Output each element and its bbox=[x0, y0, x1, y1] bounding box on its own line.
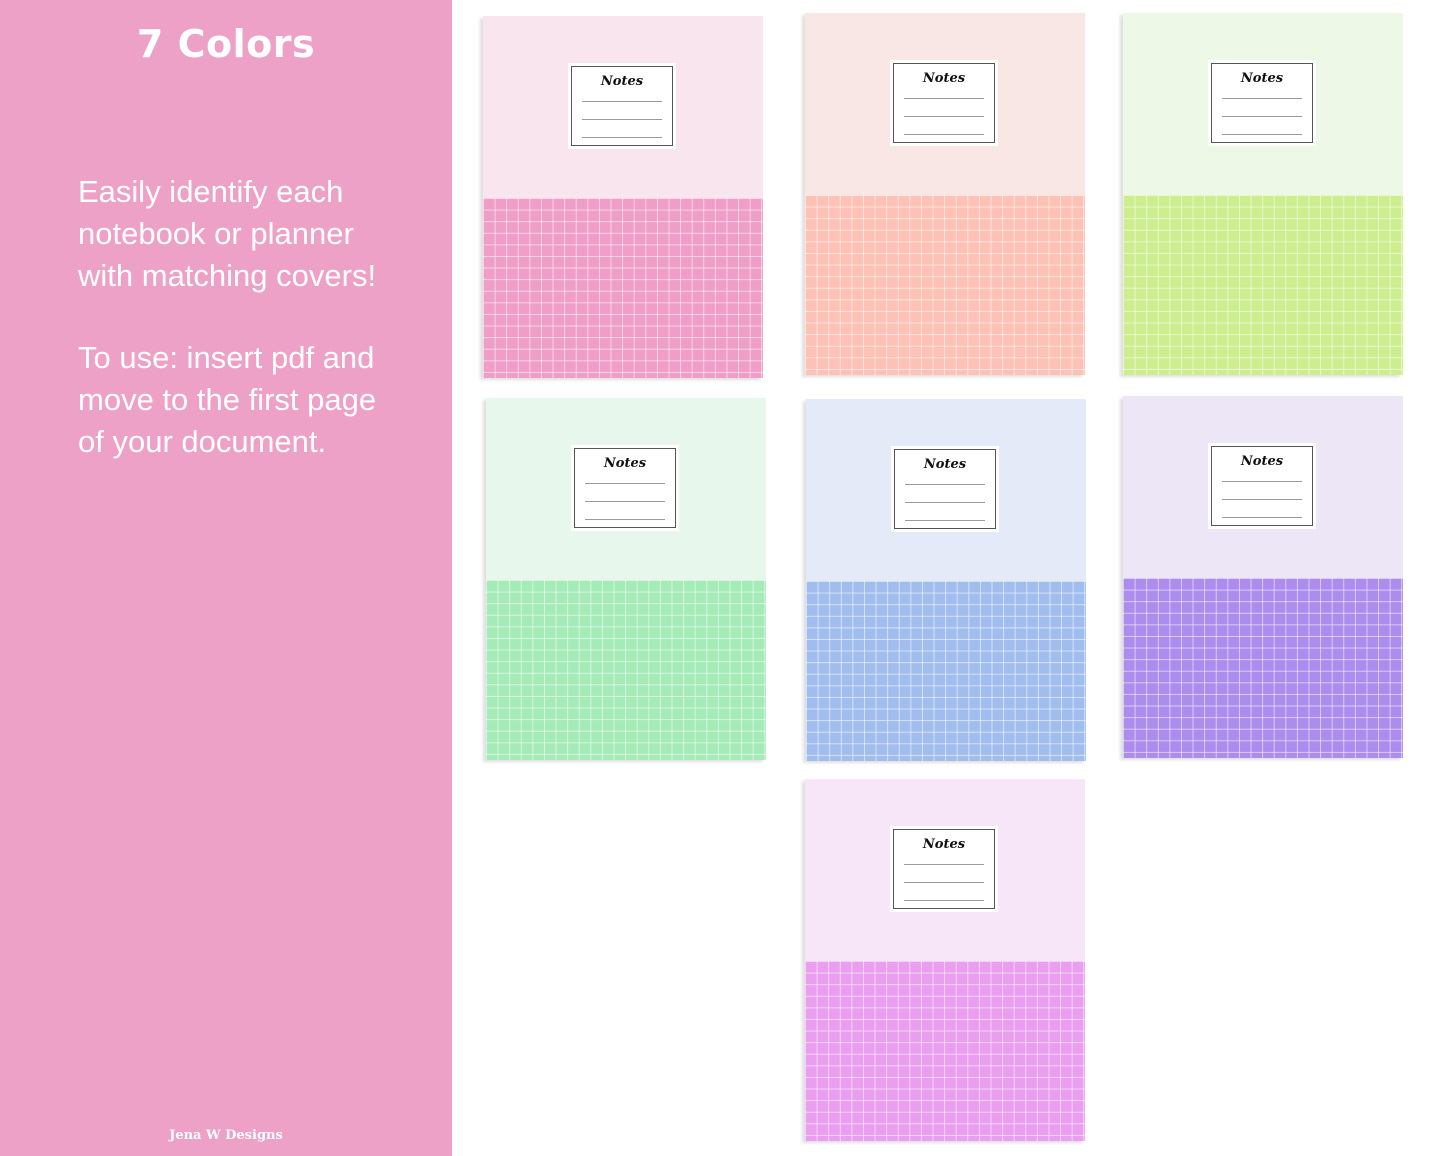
notes-label: Notes bbox=[891, 446, 999, 532]
notebook-cover-peach: Notes bbox=[805, 13, 1085, 375]
notebook-cover-mint: Notes bbox=[486, 398, 766, 760]
cover-grid-panel bbox=[806, 581, 1086, 761]
description-paragraph: Easily identify each notebook or planner… bbox=[78, 174, 377, 293]
notes-label-title: Notes bbox=[1240, 454, 1284, 469]
notes-label-title: Notes bbox=[1240, 71, 1284, 86]
notebook-cover-blue: Notes bbox=[806, 399, 1086, 761]
sidebar-panel: 7 Colors Easily identify each notebook o… bbox=[0, 0, 452, 1156]
cover-grid-panel bbox=[483, 198, 763, 378]
notes-label-title: Notes bbox=[603, 456, 647, 471]
notes-label: Notes bbox=[568, 63, 676, 149]
notes-label-title: Notes bbox=[922, 71, 966, 86]
notes-label-title: Notes bbox=[922, 837, 966, 852]
notebook-cover-orchid: Notes bbox=[805, 779, 1085, 1141]
notes-label: Notes bbox=[1208, 60, 1316, 146]
notes-label: Notes bbox=[890, 60, 998, 146]
instructions-paragraph: To use: insert pdf and move to the first… bbox=[78, 340, 377, 459]
notebook-cover-purple: Notes bbox=[1123, 396, 1403, 758]
cover-grid-panel bbox=[1123, 195, 1403, 375]
notes-label: Notes bbox=[1208, 443, 1316, 529]
cover-grid-panel bbox=[486, 580, 766, 760]
brand-footer: Jena W Designs bbox=[169, 1128, 283, 1143]
page-title: 7 Colors bbox=[136, 22, 316, 66]
notes-label-title: Notes bbox=[600, 74, 644, 89]
notes-label: Notes bbox=[890, 826, 998, 912]
notes-label-title: Notes bbox=[923, 457, 967, 472]
cover-grid-panel bbox=[805, 961, 1085, 1141]
cover-grid-panel bbox=[1123, 578, 1403, 758]
notebook-cover-lime: Notes bbox=[1123, 13, 1403, 375]
notes-label: Notes bbox=[571, 445, 679, 531]
notebook-cover-pink: Notes bbox=[483, 16, 763, 378]
cover-grid-panel bbox=[805, 195, 1085, 375]
